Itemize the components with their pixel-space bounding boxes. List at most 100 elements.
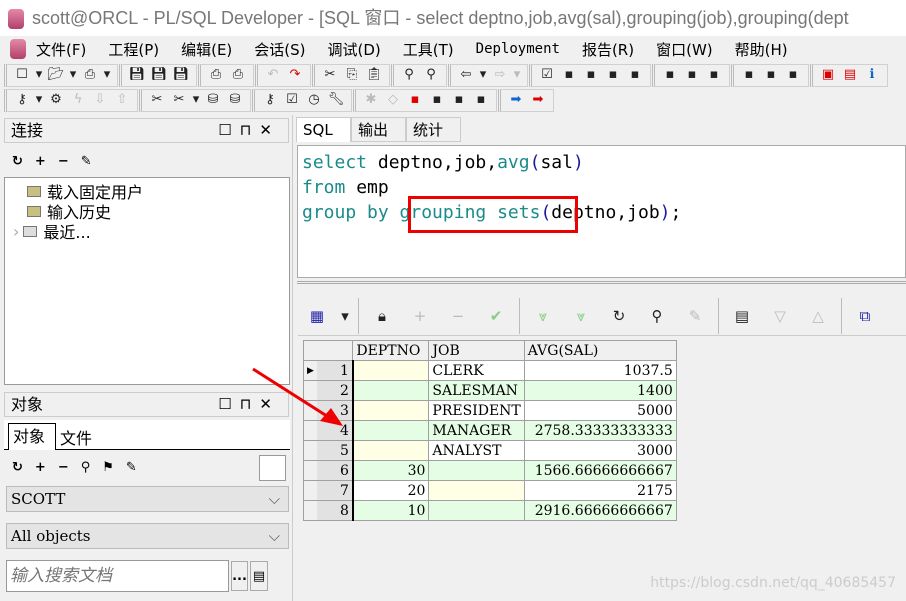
menu-item-9[interactable]: 帮助(H) [735,39,788,60]
cascade-icon[interactable]: ▪ [740,66,758,84]
export-icon[interactable]: ⇧ [113,91,131,109]
open-dropdown-icon[interactable]: ▾ [69,66,77,84]
go-forward-icon[interactable]: ⇨ [491,66,509,84]
eraser-icon[interactable]: ◇ [384,91,402,109]
editor-splitter[interactable] [297,281,906,284]
arrow-blue-icon[interactable]: ➡ [507,91,525,109]
cell-avgsal[interactable]: 3000 [523,440,677,461]
tab-files[interactable]: 文件 [60,425,92,449]
close-icon[interactable]: ✕ [259,395,280,413]
cell-avgsal[interactable]: 2758.33333333333 [523,420,677,441]
properties-icon[interactable]: ✎ [126,460,137,475]
cell-avgsal[interactable]: 1400 [523,380,677,401]
remove-icon[interactable]: − [58,460,69,475]
explain-icon[interactable]: ⚷ [261,91,279,109]
cell-job[interactable] [428,460,525,481]
uppercase-icon[interactable]: ▪ [604,66,622,84]
tile-vertical-icon[interactable]: ▪ [784,66,802,84]
close-icon[interactable]: ✕ [259,121,280,139]
fetch-next-icon[interactable]: ⩔ [534,307,552,325]
print-template-icon[interactable]: ⎙ [81,66,99,84]
print-setup-icon[interactable]: ⎙ [229,66,247,84]
table-row[interactable]: 8 10 2916.66666666667 [302,500,677,521]
save-as-icon[interactable]: 💾︎ [150,66,168,84]
document-icon[interactable]: ▤ [250,561,268,591]
print-icon[interactable]: ⎙ [207,66,225,84]
grid-layout-icon[interactable]: ▦ [308,307,326,325]
cell-job[interactable]: PRESIDENT [428,400,525,421]
tab-output[interactable]: 输出 [351,117,406,142]
info-icon[interactable]: ℹ [863,66,881,84]
wrench-icon[interactable]: 🔧︎ [327,91,345,109]
oracle-icon[interactable]: ▣ [819,66,837,84]
sql-execute-icon[interactable]: ✂ [170,91,188,109]
table-row[interactable]: 3 PRESIDENT 5000 [302,400,677,421]
redo-icon[interactable]: ↷ [286,66,304,84]
step-icon[interactable]: ▪ [683,66,701,84]
object-yellow-icon[interactable]: ▪ [428,91,446,109]
run-to-icon[interactable]: ▪ [705,66,723,84]
color-box[interactable] [259,455,286,481]
dropdown-icon[interactable]: ▾ [336,307,354,325]
search-input[interactable] [6,560,229,592]
previous-icon[interactable]: △ [809,307,827,325]
check-icon[interactable]: ☑ [538,66,556,84]
pdf-icon[interactable]: ▤ [841,66,859,84]
key-icon[interactable]: ⚷ [13,91,31,109]
new-dropdown-icon[interactable]: ▾ [35,66,43,84]
back-dropdown-icon[interactable]: ▾ [479,66,487,84]
add-icon[interactable]: + [35,154,46,169]
paste-icon[interactable]: 📋︎ [365,66,383,84]
panel-splitter[interactable] [292,115,293,601]
cell-avgsal[interactable]: 1566.66666666667 [523,460,677,481]
maximize-icon[interactable]: ☐ [218,395,239,413]
remove-icon[interactable]: − [58,154,69,169]
execute-icon[interactable]: ✂ [148,91,166,109]
unindent-icon[interactable]: ▪ [582,66,600,84]
refresh-icon[interactable]: ↻ [12,154,23,169]
menu-item-1[interactable]: 工程(P) [108,39,159,60]
cell-deptno[interactable]: 30 [352,460,430,481]
object-type-select[interactable]: All objects ⌵ [6,523,289,549]
save-all-icon[interactable]: 💾︎ [172,66,190,84]
refresh-icon[interactable]: ↻ [12,460,23,475]
menu-item-0[interactable]: 文件(F) [36,39,86,60]
table-row[interactable]: 2 SALESMAN 1400 [302,380,677,401]
menu-item-7[interactable]: 报告(R) [582,39,634,60]
debug-icon[interactable]: ▪ [661,66,679,84]
forward-dropdown-icon[interactable]: ▾ [513,66,521,84]
tree-item-recent[interactable]: › 最近... [13,219,91,243]
cell-job[interactable] [428,500,525,521]
cell-deptno[interactable] [352,380,430,401]
insert-record-icon[interactable]: + [411,307,429,325]
cell-avgsal[interactable]: 2175 [523,480,677,501]
table-row[interactable]: 7 20 2175 [302,480,677,501]
column-header-avg-sal[interactable]: AVG(SAL) [523,340,677,361]
cell-deptno[interactable] [352,400,430,421]
menu-item-8[interactable]: 窗口(W) [656,39,713,60]
cell-avgsal[interactable]: 2916.66666666667 [523,500,677,521]
object-red-icon[interactable]: ▪ [406,91,424,109]
menu-item-2[interactable]: 编辑(E) [181,39,232,60]
browse-button[interactable]: ... [231,561,248,591]
find-icon[interactable]: ⚲ [648,307,666,325]
commit-icon[interactable]: ⛁ [204,91,222,109]
column-header-deptno[interactable]: DEPTNO [352,340,430,361]
cell-deptno[interactable]: 10 [352,500,430,521]
star-icon[interactable]: ✱ [362,91,380,109]
sql-dropdown-icon[interactable]: ▾ [192,91,200,109]
rollback-icon[interactable]: ⛁ [226,91,244,109]
go-back-icon[interactable]: ⇦ [457,66,475,84]
tab-objects[interactable]: 对象 [8,423,56,450]
tab-sql[interactable]: SQL [296,117,351,142]
cell-avgsal[interactable]: 1037.5 [523,360,677,381]
undo-icon[interactable]: ↶ [264,66,282,84]
add-icon[interactable]: + [35,460,46,475]
pin-icon[interactable]: ⊓ [240,121,260,139]
save-icon[interactable]: 💾︎ [128,66,146,84]
cell-deptno[interactable]: 20 [352,480,430,501]
next-icon[interactable]: ▽ [771,307,789,325]
import-icon[interactable]: ⇩ [91,91,109,109]
table-row[interactable]: 6 30 1566.66666666667 [302,460,677,481]
properties-icon[interactable]: ✎ [81,154,92,169]
